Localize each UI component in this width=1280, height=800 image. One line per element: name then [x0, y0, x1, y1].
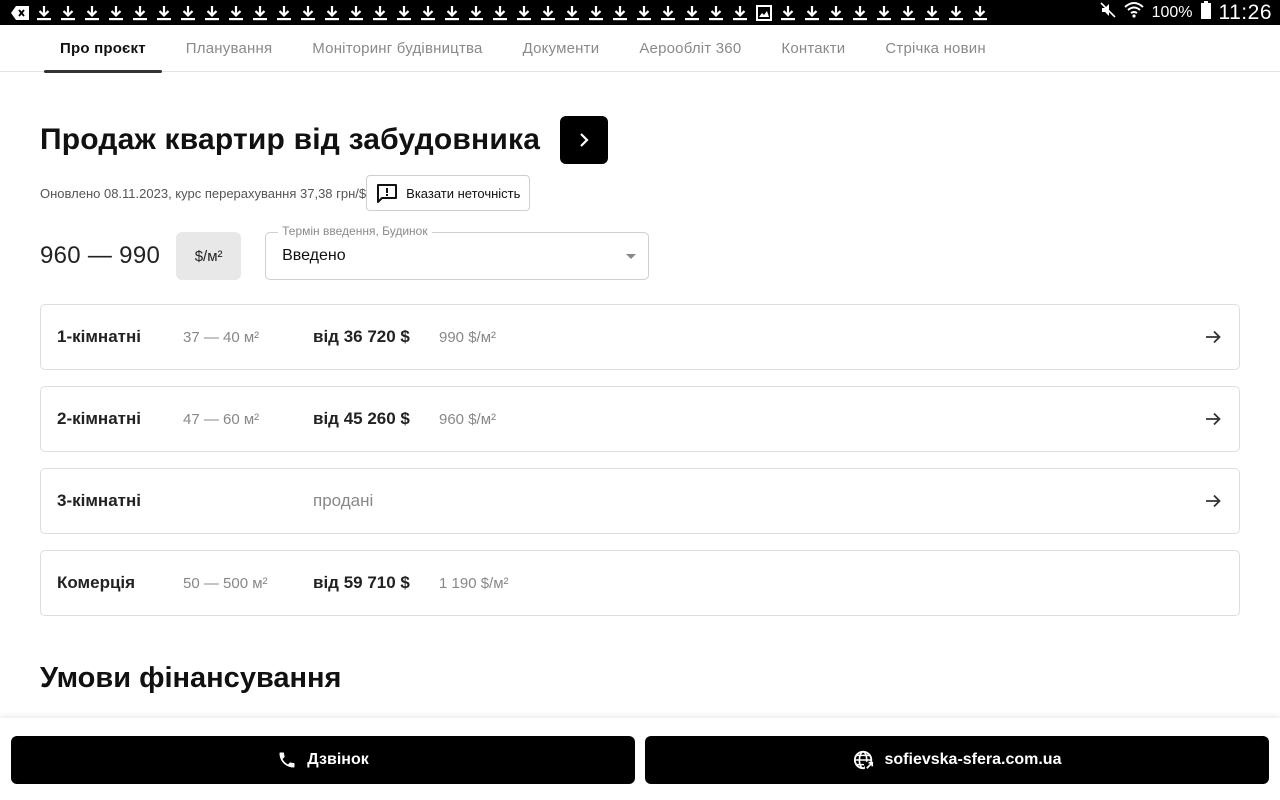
clock: 11:26 — [1218, 0, 1272, 24]
download-icon — [224, 0, 248, 25]
download-icon — [80, 0, 104, 25]
apartment-area: 50 — 500 м² — [183, 574, 268, 592]
download-icon — [824, 0, 848, 25]
apartment-row[interactable]: 1-кімнатні 37 — 40 м² від 36 720 $ 990 $/м² — [40, 304, 1240, 370]
download-icon — [176, 0, 200, 25]
download-icon — [896, 0, 920, 25]
download-icon — [632, 0, 656, 25]
report-label: Вказати неточність — [406, 185, 521, 201]
download-icon — [344, 0, 368, 25]
website-label: sofievska-sfera.com.ua — [884, 751, 1062, 768]
completion-select[interactable]: Термін введення, Будинок Введено — [265, 224, 650, 280]
download-icon — [272, 0, 296, 25]
download-icon — [440, 0, 464, 25]
phone-icon — [277, 750, 297, 770]
download-icon — [248, 0, 272, 25]
apartment-row: Комерція 50 — 500 м² від 59 710 $ 1 190 $/м… — [40, 550, 1240, 616]
download-icon — [200, 0, 224, 25]
download-icon — [416, 0, 440, 25]
arrow-right-icon — [1203, 327, 1223, 347]
download-icon — [320, 0, 344, 25]
download-icon — [512, 0, 536, 25]
call-label: Дзвінок — [307, 751, 369, 768]
download-icon — [968, 0, 992, 25]
project-tabs: Про проєкт Планування Моніторинг будівницт… — [0, 25, 1280, 73]
chevron-right-icon — [580, 133, 589, 147]
battery-icon — [1200, 1, 1211, 24]
download-icon — [488, 0, 512, 25]
sold-out-label: продані — [313, 491, 374, 510]
page-title: Продаж квартир від забудовника — [40, 123, 541, 156]
website-button[interactable]: sofievska-sfera.com.ua — [645, 736, 1269, 784]
title-next-button[interactable] — [560, 116, 609, 164]
price-per-sqm: 990 $/м² — [439, 328, 497, 346]
wifi-icon — [1123, 1, 1144, 24]
apartment-type: 3-кімнатні — [57, 491, 141, 510]
status-bar: 100% 11:26 — [0, 0, 1280, 25]
backspace-notification-icon — [8, 0, 32, 25]
download-icon — [56, 0, 80, 25]
download-icon — [704, 0, 728, 25]
download-icon — [584, 0, 608, 25]
image-notification-icon — [752, 0, 776, 25]
apartment-type: 1-кімнатні — [57, 327, 141, 346]
tab-item[interactable]: Стрічка новин — [869, 25, 1001, 72]
dropdown-caret-icon — [626, 254, 637, 259]
download-icon — [680, 0, 704, 25]
download-icon — [656, 0, 680, 25]
mute-icon — [1100, 2, 1116, 23]
apartment-row[interactable]: 2-кімнатні 47 — 60 м² від 45 260 $ 960 $/м² — [40, 386, 1240, 452]
download-icon — [464, 0, 488, 25]
unit-toggle[interactable]: $/м² — [176, 232, 242, 280]
download-icon — [32, 0, 56, 25]
price-range: 960 — 990 — [40, 242, 161, 269]
download-icon — [920, 0, 944, 25]
tab-item[interactable]: Планування — [170, 25, 289, 72]
arrow-right-icon — [1203, 409, 1223, 429]
download-icon — [560, 0, 584, 25]
download-icon — [536, 0, 560, 25]
notification-icons — [0, 0, 992, 25]
download-icon — [104, 0, 128, 25]
battery-percent: 100% — [1151, 3, 1193, 21]
tab-item[interactable]: Аерообліт 360 — [623, 25, 757, 72]
select-value: Введено — [282, 247, 346, 264]
tab-item[interactable]: Про проєкт — [44, 25, 162, 73]
apartment-price: від 59 710 $ — [313, 573, 410, 592]
download-icon — [392, 0, 416, 25]
apartment-area: 47 — 60 м² — [183, 410, 260, 428]
tab-item[interactable]: Контакти — [765, 25, 861, 72]
download-icon — [872, 0, 896, 25]
financing-title: Умови фінансування — [40, 662, 342, 694]
select-label: Термін введення, Будинок — [278, 224, 432, 238]
download-icon — [296, 0, 320, 25]
report-inaccuracy-button[interactable]: Вказати неточність — [366, 175, 531, 211]
tab-item[interactable]: Моніторинг будівництва — [296, 25, 498, 72]
globe-link-icon — [853, 749, 875, 771]
price-per-sqm: 1 190 $/м² — [439, 574, 509, 592]
download-icon — [800, 0, 824, 25]
updated-text: Оновлено 08.11.2023, курс перерахування … — [40, 185, 367, 201]
apartment-type: Комерція — [57, 573, 136, 592]
apartment-area: 37 — 40 м² — [183, 328, 260, 346]
apartment-list: 1-кімнатні 37 — 40 м² від 36 720 $ 990 $/м²… — [40, 304, 1240, 632]
price-per-sqm: 960 $/м² — [439, 410, 497, 428]
download-icon — [152, 0, 176, 25]
apartment-price: від 45 260 $ — [313, 409, 410, 428]
download-icon — [608, 0, 632, 25]
apartment-row[interactable]: 3-кімнатні продані — [40, 468, 1240, 534]
tab-item[interactable]: Документи — [507, 25, 616, 72]
download-icon — [848, 0, 872, 25]
download-icon — [944, 0, 968, 25]
apartment-price: від 36 720 $ — [313, 327, 410, 346]
apartment-type: 2-кімнатні — [57, 409, 141, 428]
feedback-icon — [376, 183, 398, 203]
call-button[interactable]: Дзвінок — [11, 736, 635, 784]
download-icon — [368, 0, 392, 25]
download-icon — [128, 0, 152, 25]
download-icon — [776, 0, 800, 25]
download-icon — [728, 0, 752, 25]
arrow-right-icon — [1203, 491, 1223, 511]
bottom-action-bar: Дзвінок sofievska-sfera.com.ua — [0, 718, 1280, 800]
